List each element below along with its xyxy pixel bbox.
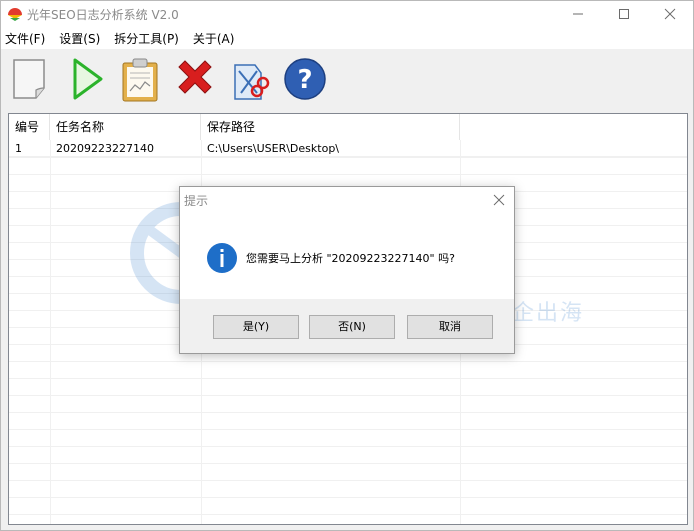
info-icon bbox=[207, 243, 237, 273]
cell-id: 1 bbox=[15, 142, 22, 155]
grid-line bbox=[9, 446, 687, 447]
grid-line bbox=[9, 361, 687, 362]
task-list-header: 编号 任务名称 保存路径 bbox=[9, 114, 687, 140]
menu-about[interactable]: 关于(A) bbox=[189, 30, 239, 47]
dialog-title: 提示 bbox=[184, 194, 209, 208]
menu-bar: 文件(F) 设置(S) 拆分工具(P) 关于(A) bbox=[1, 27, 693, 49]
title-bar: 光年SEO日志分析系统 V2.0 bbox=[1, 1, 693, 27]
help-icon: ? bbox=[284, 58, 326, 100]
minimize-button[interactable] bbox=[555, 1, 601, 27]
dialog-body: 您需要马上分析 "20209223227140" 吗? bbox=[180, 213, 514, 299]
no-button[interactable]: 否(N) bbox=[309, 315, 395, 339]
maximize-button[interactable] bbox=[601, 1, 647, 27]
dialog-title-bar: 提示 bbox=[180, 187, 514, 213]
split-scissors-icon bbox=[234, 64, 270, 100]
app-window: 光年SEO日志分析系统 V2.0 文件(F) 设置(S) 拆分工具(P) 关于(… bbox=[0, 0, 694, 531]
play-icon bbox=[73, 58, 103, 100]
report-button[interactable] bbox=[117, 55, 165, 103]
grid-line bbox=[9, 463, 687, 464]
close-button[interactable] bbox=[647, 1, 693, 27]
close-icon bbox=[664, 8, 676, 20]
cell-task-name: 20209223227140 bbox=[56, 142, 154, 155]
help-button[interactable]: ? bbox=[281, 55, 329, 103]
toolbar: ? bbox=[1, 49, 693, 111]
grid-line bbox=[9, 378, 687, 379]
grid-line bbox=[9, 429, 687, 430]
app-logo-icon bbox=[8, 8, 22, 21]
cell-save-path: C:\Users\USER\Desktop\ bbox=[207, 142, 340, 155]
clipboard-report-icon bbox=[122, 58, 158, 102]
minimize-icon bbox=[573, 13, 583, 15]
confirm-dialog: 提示 您需要马上分析 "20209223227140" 吗? 是(Y) 否(N)… bbox=[179, 186, 515, 354]
new-document-icon bbox=[13, 59, 45, 99]
start-analysis-button[interactable] bbox=[65, 55, 113, 103]
new-task-button[interactable] bbox=[7, 55, 55, 103]
table-row[interactable]: 1 20209223227140 C:\Users\USER\Desktop\ bbox=[9, 140, 687, 157]
menu-split-tools[interactable]: 拆分工具(P) bbox=[110, 30, 183, 47]
column-header-task-name[interactable]: 任务名称 bbox=[50, 114, 201, 140]
dialog-message: 您需要马上分析 "20209223227140" 吗? bbox=[246, 252, 455, 265]
menu-file[interactable]: 文件(F) bbox=[1, 30, 49, 47]
split-tool-button[interactable] bbox=[227, 55, 275, 103]
maximize-icon bbox=[619, 9, 629, 19]
grid-line bbox=[9, 395, 687, 396]
grid-line bbox=[9, 157, 687, 158]
column-header-save-path[interactable]: 保存路径 bbox=[201, 114, 460, 140]
grid-line bbox=[9, 497, 687, 498]
menu-settings[interactable]: 设置(S) bbox=[55, 30, 104, 47]
grid-line bbox=[9, 412, 687, 413]
grid-line bbox=[9, 174, 687, 175]
window-title: 光年SEO日志分析系统 V2.0 bbox=[27, 8, 179, 22]
grid-divider bbox=[50, 140, 51, 524]
dialog-close-icon[interactable] bbox=[490, 191, 508, 209]
svg-text:?: ? bbox=[297, 65, 312, 95]
column-header-id[interactable]: 编号 bbox=[9, 114, 50, 140]
yes-button[interactable]: 是(Y) bbox=[213, 315, 299, 339]
delete-task-button[interactable] bbox=[171, 55, 219, 103]
delete-x-icon bbox=[178, 60, 212, 94]
grid-line bbox=[9, 480, 687, 481]
grid-line bbox=[9, 514, 687, 515]
cancel-button[interactable]: 取消 bbox=[407, 315, 493, 339]
